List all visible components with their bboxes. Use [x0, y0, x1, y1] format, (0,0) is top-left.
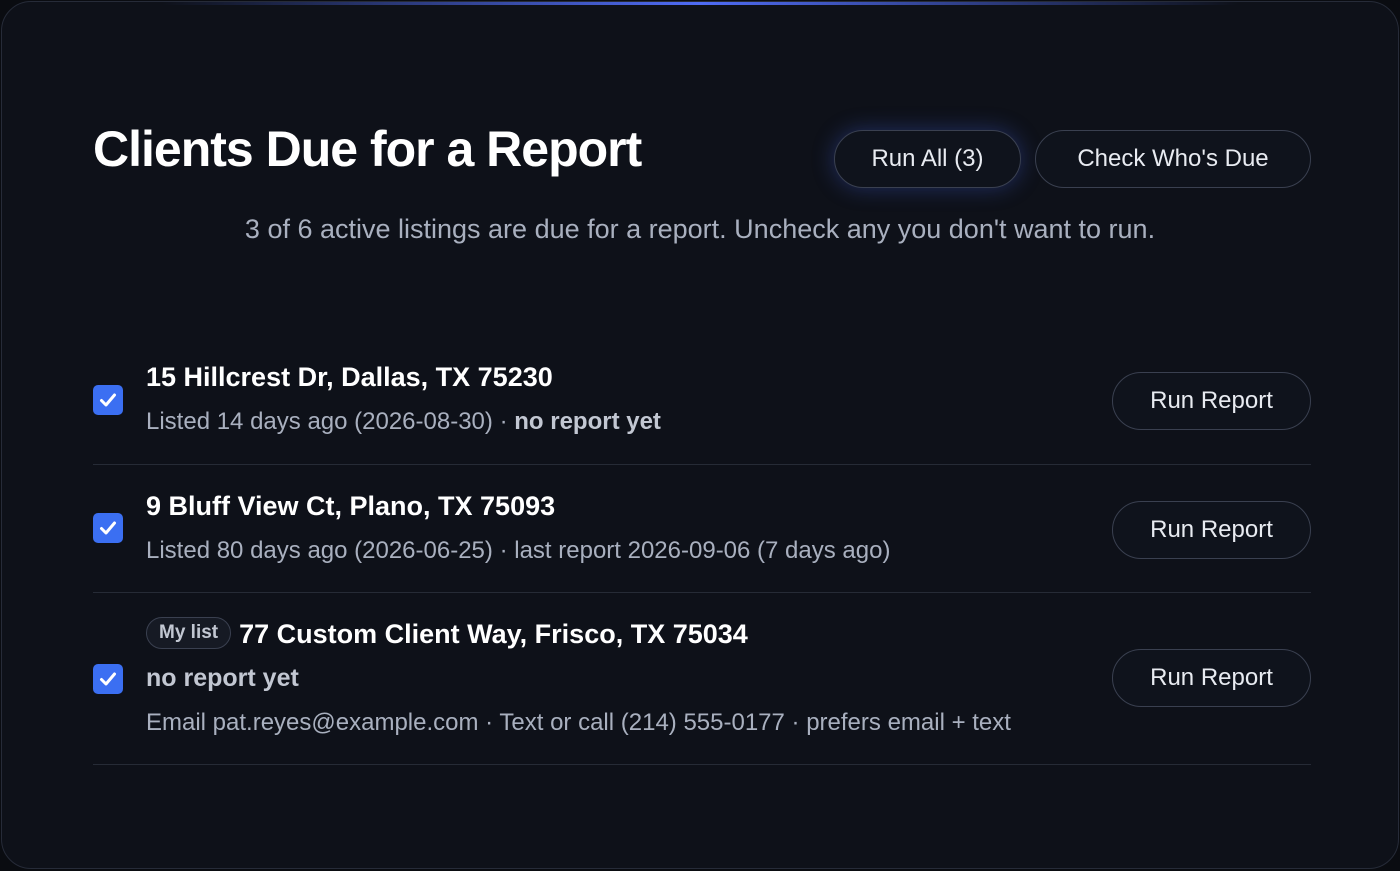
listed-date: Listed 80 days ago (2026-06-25) [146, 537, 493, 564]
listing-checkbox[interactable] [93, 385, 123, 415]
listing-address: 9 Bluff View Ct, Plano, TX 75093 [146, 491, 556, 521]
page-title: Clients Due for a Report [93, 121, 642, 177]
listing-meta: Listed 80 days ago (2026-06-25) · last r… [146, 537, 890, 565]
my-list-badge: My list [146, 616, 232, 649]
listing-checkbox[interactable] [93, 664, 123, 694]
report-status: no report yet [514, 408, 661, 435]
run-report-button[interactable]: Run Report [1112, 372, 1311, 430]
listing-address: 77 Custom Client Way, Frisco, TX 75034 [239, 619, 748, 649]
listing-checkbox[interactable] [93, 513, 123, 543]
accent-line [162, 2, 1238, 5]
listed-date: Listed 14 days ago (2026-08-30) [146, 408, 493, 435]
report-status: last report 2026-09-06 (7 days ago) [514, 537, 891, 564]
run-report-button[interactable]: Run Report [1112, 649, 1311, 707]
due-summary-text: 3 of 6 active listings are due for a rep… [244, 214, 1156, 244]
report-status: no report yet [146, 664, 299, 692]
checkmark-icon [100, 672, 116, 686]
listing-address-line: My list 77 Custom Client Way, Frisco, TX … [146, 616, 748, 652]
client-contact-info: Email pat.reyes@example.com · Text or ca… [146, 709, 1011, 736]
list-item: 15 Hillcrest Dr, Dallas, TX 75230 Listed… [93, 340, 1311, 465]
check-whos-due-button[interactable]: Check Who's Due [1035, 130, 1311, 188]
listing-address: 15 Hillcrest Dr, Dallas, TX 75230 [146, 362, 553, 392]
clients-due-panel: Clients Due for a Report Run All (3) Che… [1, 1, 1399, 869]
checkmark-icon [100, 521, 116, 535]
meta-separator: · [492, 408, 515, 435]
list-item: My list 77 Custom Client Way, Frisco, TX … [93, 593, 1311, 765]
meta-separator: · [492, 537, 515, 564]
run-report-button[interactable]: Run Report [1112, 501, 1311, 559]
list-item: 9 Bluff View Ct, Plano, TX 75093 Listed … [93, 465, 1311, 593]
checkmark-icon [100, 393, 116, 407]
listing-meta: Listed 14 days ago (2026-08-30) · no rep… [146, 408, 661, 436]
run-all-button[interactable]: Run All (3) [834, 130, 1021, 188]
